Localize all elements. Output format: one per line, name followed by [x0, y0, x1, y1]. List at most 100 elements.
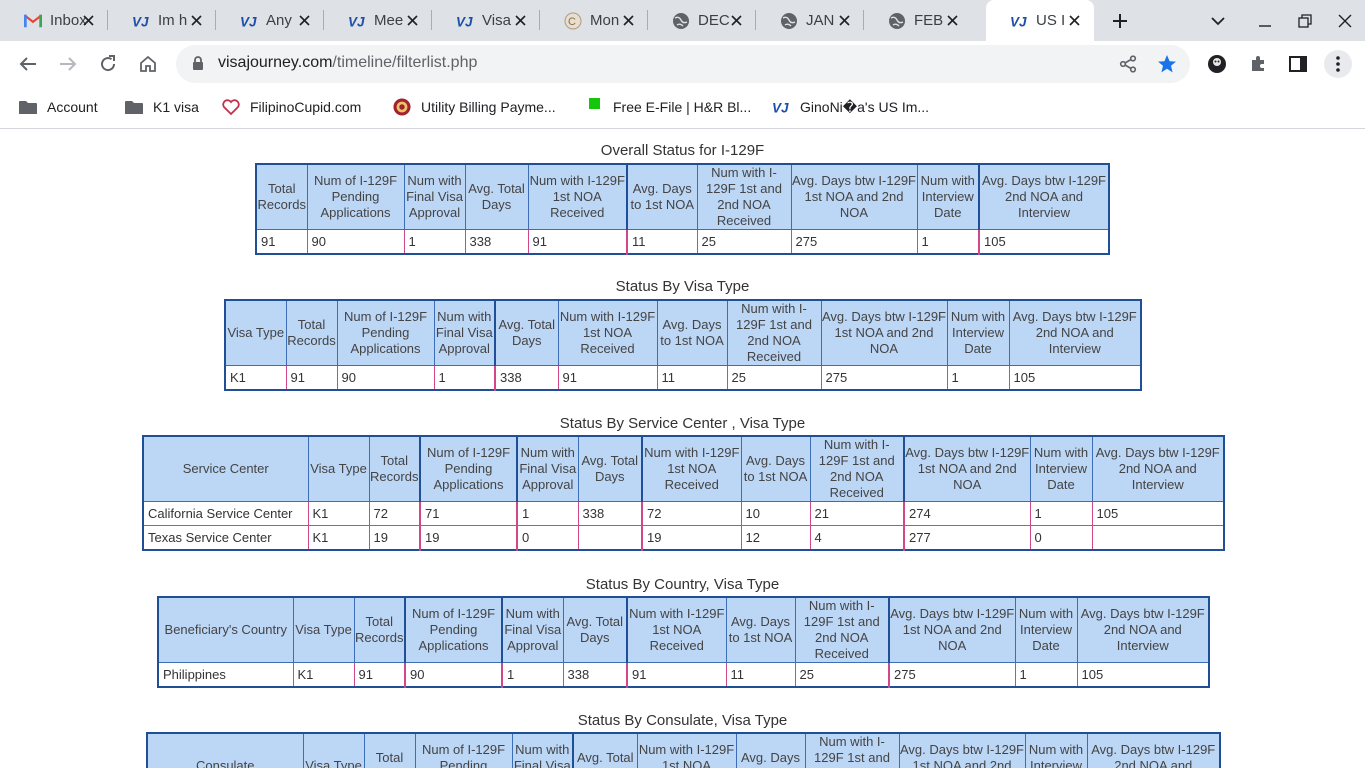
bookmark-utility-billing[interactable]: Utility Billing Payme...	[393, 96, 556, 118]
url-text[interactable]: visajourney.com/timeline/filterlist.php	[218, 54, 477, 72]
close-icon[interactable]	[728, 12, 744, 28]
green-square-icon	[585, 98, 603, 116]
tab-us-i-active[interactable]: VJ US I	[986, 0, 1094, 41]
back-arrow-icon[interactable]	[14, 50, 42, 78]
header-cell: Service Center	[142, 435, 309, 502]
globe-icon	[780, 12, 798, 30]
gmail-icon	[24, 12, 42, 30]
header-cell: Visa Type	[224, 299, 287, 366]
visa-type-status-table: Visa Type Total Records Num of I-129F Pe…	[224, 299, 1142, 391]
close-icon[interactable]	[1066, 12, 1082, 28]
header-cell: Num of I-129F Pending Applications	[404, 596, 503, 663]
header-cell: Num with Final Visa Approval	[511, 732, 574, 768]
forward-arrow-icon[interactable]	[54, 50, 82, 78]
vj-icon: VJ	[456, 12, 474, 30]
new-tab-button[interactable]	[1107, 8, 1133, 34]
svg-text:VJ: VJ	[132, 14, 149, 29]
section-title-visa-type: Status By Visa Type	[615, 278, 750, 295]
header-cell: Num with I-129F 1st and 2nd NOA Received	[696, 163, 792, 230]
header-cell: Num with Interview Date	[916, 163, 980, 230]
header-cell: Num with Final Visa Approval	[501, 596, 564, 663]
share-icon[interactable]	[1118, 54, 1138, 74]
seal-icon	[393, 98, 411, 116]
header-cell: Num of I-129F Pending Applications	[419, 435, 518, 502]
svg-text:VJ: VJ	[772, 100, 789, 115]
vj-icon: VJ	[1010, 12, 1028, 30]
header-cell: Num with Interview Date	[946, 299, 1010, 366]
close-icon[interactable]	[404, 12, 420, 28]
table-row: K1 91 90 1 338 91 11 25 275 1 105	[224, 365, 1142, 391]
close-icon[interactable]	[296, 12, 312, 28]
close-icon[interactable]	[80, 12, 96, 28]
home-icon[interactable]	[134, 50, 162, 78]
header-cell: Avg. Days to 1st NOA	[626, 163, 698, 230]
section-title-country: Status By Country, Visa Type	[585, 576, 780, 593]
header-cell: Consulate	[146, 732, 304, 768]
header-cell: Num with Interview Date	[1029, 435, 1093, 502]
tab-feb[interactable]: FEB	[864, 0, 972, 41]
bookmark-gino-nina[interactable]: VJ GinoNi�a's US Im...	[772, 96, 929, 118]
header-cell: Num with Final Visa Approval	[516, 435, 579, 502]
header-cell: Avg. Days to 1st NOA	[656, 299, 728, 366]
header-cell: Avg. Days btw I-129F 1st NOA and 2nd NOA	[820, 299, 948, 366]
tab-strip: Inbox VJ Im h VJ Any VJ Mee VJ Visa C Mo…	[0, 0, 1365, 41]
vj-icon: VJ	[132, 12, 150, 30]
section-title-consulate: Status By Consulate, Visa Type	[577, 712, 788, 729]
folder-icon	[125, 98, 143, 116]
service-center-status-table: Service Center Visa Type Total Records N…	[142, 435, 1225, 551]
c-icon: C	[564, 12, 582, 30]
heart-icon	[222, 98, 240, 116]
tab-im-h[interactable]: VJ Im h	[108, 0, 216, 41]
lock-icon[interactable]	[192, 56, 204, 75]
header-cell: Total Records	[353, 596, 406, 663]
header-cell: Avg. Days btw I-129F 2nd NOA and Intervi…	[1091, 435, 1225, 502]
puzzle-extensions-icon[interactable]	[1244, 50, 1272, 78]
header-cell: Num of I-129F Pending Applications	[336, 299, 435, 366]
close-icon[interactable]	[512, 12, 528, 28]
consulate-status-table: Consulate Visa Type Total Records Num of…	[146, 732, 1221, 768]
tab-any[interactable]: VJ Any	[216, 0, 324, 41]
header-cell: Num with I-129F 1st and 2nd NOA Received	[726, 299, 822, 366]
header-cell: Total Records	[255, 163, 308, 230]
chevron-down-icon[interactable]	[1205, 8, 1231, 34]
header-cell: Total Records	[285, 299, 338, 366]
tab-dec[interactable]: DEC	[648, 0, 756, 41]
kebab-menu-icon[interactable]	[1324, 50, 1352, 78]
header-cell: Avg. Days to 1st NOA	[735, 732, 806, 768]
bookmark-filipinocupid[interactable]: FilipinoCupid.com	[222, 96, 361, 118]
header-cell: Avg. Total Days	[464, 163, 529, 230]
side-panel-icon[interactable]	[1284, 50, 1312, 78]
header-cell: Num of I-129F Pending Applications	[306, 163, 405, 230]
header-cell: Num with I-129F 1st and 2nd NOA Received	[804, 732, 900, 768]
close-icon[interactable]	[188, 12, 204, 28]
header-cell: Avg. Days btw I-129F 1st NOA and 2nd NOA	[888, 596, 1016, 663]
reload-icon[interactable]	[94, 50, 122, 78]
minimize-icon[interactable]	[1252, 8, 1278, 34]
header-cell: Num with Interview Date	[1014, 596, 1078, 663]
tab-jan[interactable]: JAN	[756, 0, 864, 41]
header-cell: Avg. Days to 1st NOA	[725, 596, 796, 663]
bookmarks-bar: Account K1 visa FilipinoCupid.com Utilit…	[0, 87, 1365, 129]
close-icon[interactable]	[944, 12, 960, 28]
close-icon[interactable]	[620, 12, 636, 28]
globe-icon	[888, 12, 906, 30]
close-window-icon[interactable]	[1332, 8, 1358, 34]
bookmark-hr-block[interactable]: Free E-File | H&R Bl...	[585, 96, 751, 118]
header-cell: Avg. Days btw I-129F 2nd NOA and Intervi…	[1086, 732, 1221, 768]
tab-visa[interactable]: VJ Visa	[432, 0, 540, 41]
svg-text:VJ: VJ	[456, 14, 473, 29]
header-cell: Avg. Days btw I-129F 2nd NOA and Intervi…	[978, 163, 1110, 230]
tab-mee[interactable]: VJ Mee	[324, 0, 432, 41]
restore-icon[interactable]	[1292, 8, 1318, 34]
vj-icon: VJ	[772, 98, 790, 116]
toolbar: visajourney.com/timeline/filterlist.php	[0, 41, 1365, 87]
close-icon[interactable]	[836, 12, 852, 28]
bookmark-account[interactable]: Account	[19, 96, 98, 118]
bookmark-k1-visa[interactable]: K1 visa	[125, 96, 199, 118]
extension-avatar-icon[interactable]	[1203, 50, 1231, 78]
tab-mon[interactable]: C Mon	[540, 0, 648, 41]
address-bar[interactable]: visajourney.com/timeline/filterlist.php	[176, 45, 1190, 83]
tab-inbox[interactable]: Inbox	[0, 0, 108, 41]
bookmark-star-icon[interactable]	[1157, 54, 1177, 74]
header-cell: Num with Interview Date	[1024, 732, 1088, 768]
